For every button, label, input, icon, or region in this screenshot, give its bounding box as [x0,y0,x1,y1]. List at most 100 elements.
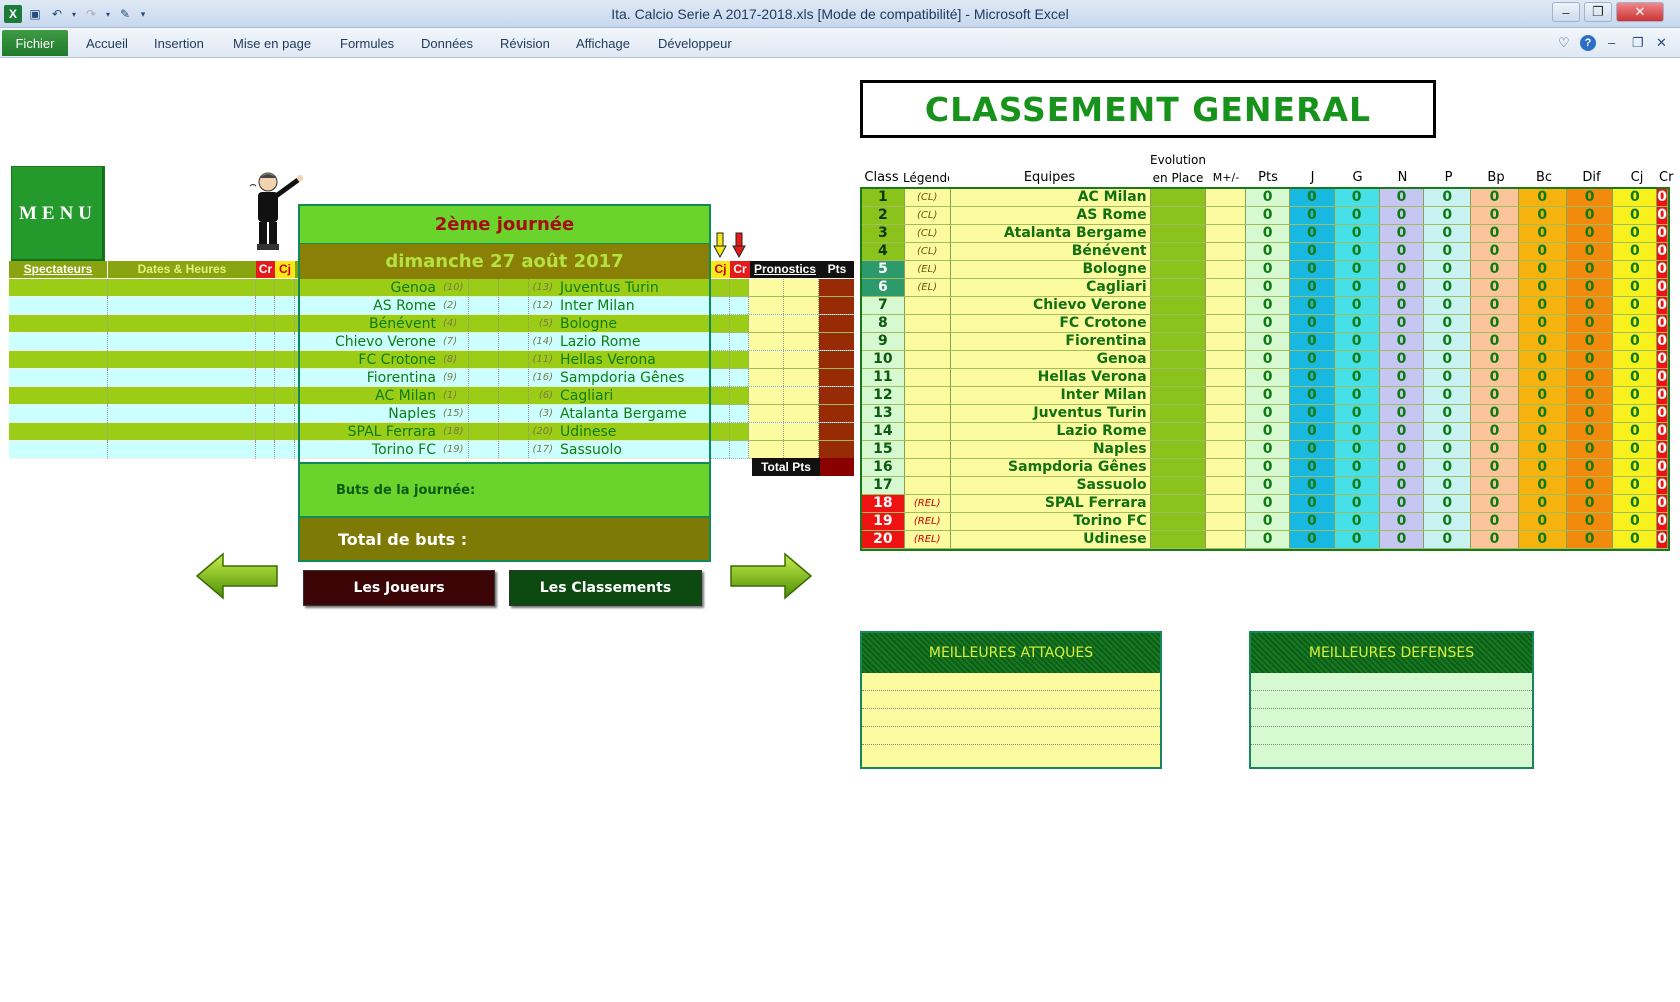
evolution-cell[interactable] [1150,225,1207,242]
wb-restore-icon[interactable]: ❐ [1632,35,1644,51]
spreadsheet-cell[interactable] [275,423,295,441]
pronostic-cell[interactable] [730,441,749,458]
pronostic-cell[interactable] [730,333,749,350]
help-icon[interactable]: ? [1580,35,1596,51]
mplus-cell[interactable] [1206,495,1247,512]
spreadsheet-cell[interactable] [108,405,256,423]
spreadsheet-cell[interactable] [108,387,256,405]
wb-minimize-icon[interactable]: – [1608,35,1615,50]
pronostic-cell[interactable] [784,441,819,458]
restore-icon[interactable]: ❐ [1584,2,1612,22]
mplus-cell[interactable] [1206,189,1247,206]
pronostic-cell[interactable] [819,297,854,314]
ribbon-collapse-icon[interactable]: ♡ [1558,35,1570,51]
away-score-cell[interactable] [498,441,528,458]
mplus-cell[interactable] [1206,477,1247,494]
pronostic-cell[interactable] [819,405,854,422]
spreadsheet-cell[interactable] [275,333,295,351]
spreadsheet-cell[interactable] [108,333,256,351]
away-score-cell[interactable] [498,279,528,296]
away-score-cell[interactable] [498,297,528,314]
tab-accueil[interactable]: Accueil [86,36,128,51]
spreadsheet-cell[interactable] [256,387,275,405]
mplus-cell[interactable] [1206,261,1247,278]
spreadsheet-cell[interactable] [108,315,256,333]
home-score-cell[interactable] [468,297,498,314]
spreadsheet-cell[interactable] [275,297,295,315]
evolution-cell[interactable] [1150,441,1207,458]
spreadsheet-cell[interactable] [275,315,295,333]
pronostic-cell[interactable] [711,387,730,404]
pronostic-cell[interactable] [711,333,730,350]
mplus-cell[interactable] [1206,405,1247,422]
close-icon[interactable]: ✕ [1616,2,1664,22]
pronostic-cell[interactable] [749,387,784,404]
pronostic-cell[interactable] [784,351,819,368]
evolution-cell[interactable] [1150,495,1207,512]
list-item[interactable] [862,691,1160,709]
next-arrow-button[interactable] [729,552,813,600]
spreadsheet-cell[interactable] [275,369,295,387]
pronostic-cell[interactable] [819,423,854,440]
pronostic-cell[interactable] [730,423,749,440]
tab-formules[interactable]: Formules [340,36,394,51]
pronostic-cell[interactable] [730,297,749,314]
spreadsheet-cell[interactable] [256,297,275,315]
spreadsheet-cell[interactable] [256,423,275,441]
pronostic-cell[interactable] [819,369,854,386]
spreadsheet-cell[interactable] [9,369,108,387]
mplus-cell[interactable] [1206,513,1247,530]
spreadsheet-cell[interactable] [256,405,275,423]
pronostic-cell[interactable] [749,405,784,422]
evolution-cell[interactable] [1150,315,1207,332]
away-score-cell[interactable] [498,405,528,422]
pronostic-cell[interactable] [819,351,854,368]
pronostic-cell[interactable] [711,369,730,386]
home-score-cell[interactable] [468,333,498,350]
evolution-cell[interactable] [1150,189,1207,206]
evolution-cell[interactable] [1150,369,1207,386]
mplus-cell[interactable] [1206,333,1247,350]
mplus-cell[interactable] [1206,387,1247,404]
mplus-cell[interactable] [1206,279,1247,296]
evolution-cell[interactable] [1150,423,1207,440]
mplus-cell[interactable] [1206,207,1247,224]
pronostic-cell[interactable] [819,333,854,350]
mplus-cell[interactable] [1206,459,1247,476]
pronostic-cell[interactable] [784,279,819,296]
pronostic-cell[interactable] [819,387,854,404]
home-score-cell[interactable] [468,441,498,458]
pronostic-cell[interactable] [749,423,784,440]
pronostic-cell[interactable] [819,315,854,332]
away-score-cell[interactable] [498,387,528,404]
spreadsheet-cell[interactable] [9,351,108,369]
mplus-cell[interactable] [1206,297,1247,314]
wb-close-icon[interactable]: ✕ [1656,35,1667,51]
list-item[interactable] [862,745,1160,763]
spreadsheet-cell[interactable] [256,279,275,297]
tab-affichage[interactable]: Affichage [576,36,630,51]
pronostic-cell[interactable] [749,441,784,458]
mplus-cell[interactable] [1206,441,1247,458]
pronostic-cell[interactable] [730,369,749,386]
spreadsheet-cell[interactable] [108,279,256,297]
evolution-cell[interactable] [1150,513,1207,530]
spreadsheet-cell[interactable] [256,315,275,333]
spreadsheet-cell[interactable] [256,441,275,459]
list-item[interactable] [1251,745,1532,763]
mplus-cell[interactable] [1206,243,1247,260]
pronostic-cell[interactable] [819,279,854,296]
spreadsheet-cell[interactable] [108,423,256,441]
evolution-cell[interactable] [1150,243,1207,260]
pronostic-cell[interactable] [749,297,784,314]
spreadsheet-cell[interactable] [108,441,256,459]
mplus-cell[interactable] [1206,225,1247,242]
evolution-cell[interactable] [1150,387,1207,404]
pronostic-cell[interactable] [784,315,819,332]
tab-fichier[interactable]: Fichier [2,30,68,56]
pronostic-cell[interactable] [711,315,730,332]
mplus-cell[interactable] [1206,315,1247,332]
spreadsheet-cell[interactable] [275,351,295,369]
home-score-cell[interactable] [468,405,498,422]
spreadsheet-cell[interactable] [9,297,108,315]
